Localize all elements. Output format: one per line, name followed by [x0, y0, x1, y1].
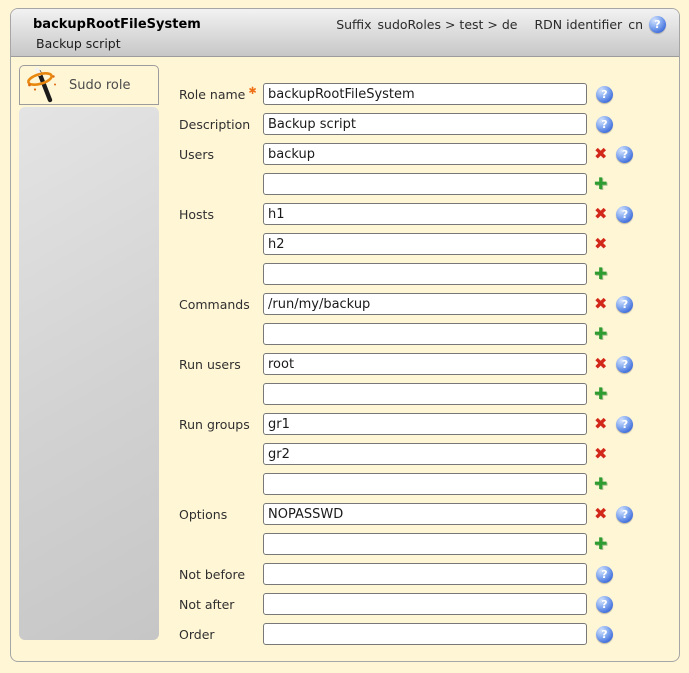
form-row-run-users-1: Run users ✖ ?	[179, 353, 679, 375]
field-input-description[interactable]	[263, 113, 587, 135]
form-row-not-after: Not after ?	[179, 593, 679, 615]
field-input-commands-1[interactable]	[263, 293, 587, 315]
add-icon-commands-new[interactable]: ✚	[594, 325, 607, 343]
delete-icon-hosts-2[interactable]: ✖	[594, 235, 607, 253]
field-input-commands-new[interactable]	[263, 323, 587, 345]
help-icon-description[interactable]: ?	[596, 116, 613, 133]
field-label: Description	[179, 117, 250, 132]
add-icon-run-users-new[interactable]: ✚	[594, 385, 607, 403]
rdn-value: cn	[628, 17, 643, 32]
form-row-commands-new: ✚	[179, 323, 679, 345]
field-input-run-users-1[interactable]	[263, 353, 587, 375]
form-row-run-groups-1: Run groups ✖ ?	[179, 413, 679, 435]
field-input-not-before[interactable]	[263, 563, 587, 585]
field-label: Hosts	[179, 207, 214, 222]
field-label: Role name	[179, 87, 245, 102]
sidebar-background	[19, 107, 159, 640]
form-row-hosts-new: ✚	[179, 263, 679, 285]
title-bar: backupRootFileSystem Backup script Suffi…	[11, 9, 679, 57]
form-row-run-groups-2: ✖	[179, 443, 679, 465]
field-label: Order	[179, 627, 215, 642]
rdn-label: RDN identifier	[534, 17, 622, 32]
help-icon[interactable]: ?	[649, 16, 666, 33]
field-input-role-name[interactable]	[263, 83, 587, 105]
help-icon-hosts-1[interactable]: ?	[616, 206, 633, 223]
tab-sudo-role[interactable]: Sudo role	[19, 65, 159, 105]
main-container: backupRootFileSystem Backup script Suffi…	[10, 8, 680, 662]
magic-wand-icon	[26, 67, 60, 103]
field-input-hosts-2[interactable]	[263, 233, 587, 255]
delete-icon-users-1[interactable]: ✖	[594, 145, 607, 163]
field-label: Run users	[179, 357, 241, 372]
delete-icon-options-1[interactable]: ✖	[594, 505, 607, 523]
tab-label: Sudo role	[69, 78, 130, 93]
suffix-value: sudoRoles > test > de	[378, 17, 518, 32]
help-icon-order[interactable]: ?	[596, 626, 613, 643]
field-label: Not after	[179, 597, 234, 612]
help-icon-not-before[interactable]: ?	[596, 566, 613, 583]
form-row-options-1: Options ✖ ?	[179, 503, 679, 525]
delete-icon-hosts-1[interactable]: ✖	[594, 205, 607, 223]
field-input-run-groups-1[interactable]	[263, 413, 587, 435]
form-row-order: Order ?	[179, 623, 679, 645]
form-row-users-1: Users ✖ ?	[179, 143, 679, 165]
add-icon-run-groups-new[interactable]: ✚	[594, 475, 607, 493]
help-icon-role-name[interactable]: ?	[596, 86, 613, 103]
delete-icon-run-groups-1[interactable]: ✖	[594, 415, 607, 433]
help-icon-options-1[interactable]: ?	[616, 506, 633, 523]
help-icon-run-groups-1[interactable]: ?	[616, 416, 633, 433]
help-icon-not-after[interactable]: ?	[596, 596, 613, 613]
field-input-run-groups-new[interactable]	[263, 473, 587, 495]
form-row-run-groups-new: ✚	[179, 473, 679, 495]
form-row-users-new: ✚	[179, 173, 679, 195]
delete-icon-commands-1[interactable]: ✖	[594, 295, 607, 313]
required-marker: ✱	[248, 86, 256, 97]
sudo-role-form: Role name✱ ? Description ? Users ✖ ? ✚ H…	[179, 83, 679, 653]
field-input-options-new[interactable]	[263, 533, 587, 555]
form-row-description: Description ?	[179, 113, 679, 135]
entry-title: backupRootFileSystem	[33, 17, 201, 32]
help-icon-users-1[interactable]: ?	[616, 146, 633, 163]
help-icon-commands-1[interactable]: ?	[616, 296, 633, 313]
field-input-users-new[interactable]	[263, 173, 587, 195]
form-row-role-name: Role name✱ ?	[179, 83, 679, 105]
field-input-order[interactable]	[263, 623, 587, 645]
form-row-run-users-new: ✚	[179, 383, 679, 405]
field-label: Commands	[179, 297, 250, 312]
form-row-hosts-1: Hosts ✖ ?	[179, 203, 679, 225]
form-row-options-new: ✚	[179, 533, 679, 555]
field-input-users-1[interactable]	[263, 143, 587, 165]
help-icon-run-users-1[interactable]: ?	[616, 356, 633, 373]
sidebar: Sudo role	[19, 65, 159, 640]
form-row-not-before: Not before ?	[179, 563, 679, 585]
entry-subtitle: Backup script	[36, 36, 121, 51]
delete-icon-run-groups-2[interactable]: ✖	[594, 445, 607, 463]
add-icon-options-new[interactable]: ✚	[594, 535, 607, 553]
form-row-commands-1: Commands ✖ ?	[179, 293, 679, 315]
add-icon-hosts-new[interactable]: ✚	[594, 265, 607, 283]
field-label: Options	[179, 507, 227, 522]
titlebar-right: Suffix sudoRoles > test > de RDN identif…	[336, 16, 666, 33]
field-input-options-1[interactable]	[263, 503, 587, 525]
add-icon-users-new[interactable]: ✚	[594, 175, 607, 193]
suffix-label: Suffix	[336, 17, 371, 32]
field-input-hosts-new[interactable]	[263, 263, 587, 285]
field-input-run-groups-2[interactable]	[263, 443, 587, 465]
field-input-run-users-new[interactable]	[263, 383, 587, 405]
form-row-hosts-2: ✖	[179, 233, 679, 255]
field-input-hosts-1[interactable]	[263, 203, 587, 225]
field-label: Users	[179, 147, 214, 162]
field-input-not-after[interactable]	[263, 593, 587, 615]
delete-icon-run-users-1[interactable]: ✖	[594, 355, 607, 373]
field-label: Not before	[179, 567, 245, 582]
field-label: Run groups	[179, 417, 250, 432]
